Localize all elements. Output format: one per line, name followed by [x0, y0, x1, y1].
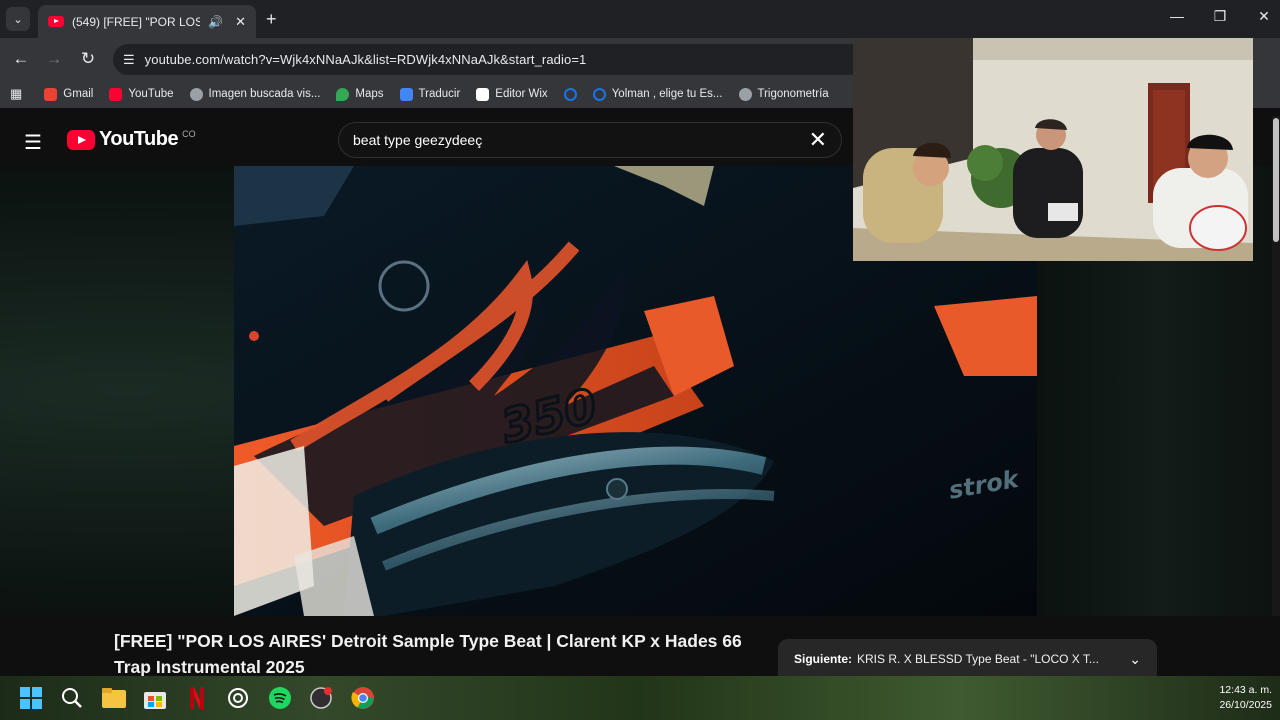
bookmark-label: Imagen buscada vis...	[208, 88, 321, 100]
tab-title: (549) [FREE] "POR LOS AIRE	[72, 14, 201, 29]
url-text[interactable]: youtube.com/watch?v=Wjk4xNNaAJk&list=RDW…	[145, 52, 587, 67]
windows-start-icon[interactable]	[17, 684, 45, 712]
youtube-wordmark: YouTube	[99, 128, 179, 150]
system-clock[interactable]: 12:43 a. m. 26/10/2025	[1200, 683, 1272, 713]
bookmark-label: YouTube	[128, 88, 174, 100]
maps-pin-icon	[336, 87, 350, 101]
address-bar[interactable]: ☰ youtube.com/watch?v=Wjk4xNNaAJk&list=R…	[113, 44, 873, 75]
bookmark-label: Gmail	[63, 88, 94, 100]
menu-icon[interactable]: ☰	[24, 130, 42, 155]
youtube-logo[interactable]: YouTube CO	[67, 128, 196, 151]
chevron-down-icon[interactable]: ⌄	[1129, 651, 1141, 668]
youtube-favicon-icon	[48, 16, 64, 27]
circle-icon	[592, 87, 606, 101]
bookmark-youtube[interactable]: YouTube	[109, 87, 174, 101]
clock-date: 26/10/2025	[1219, 699, 1272, 711]
bookmark-label: Maps	[355, 88, 384, 100]
chevron-down-icon: ⌄	[13, 13, 23, 26]
scrollbar-thumb[interactable]	[1273, 118, 1279, 242]
forward-button[interactable]: →	[43, 49, 65, 69]
circle-icon	[563, 87, 577, 101]
netflix-icon[interactable]	[183, 684, 211, 712]
bookmark-maps[interactable]: Maps	[336, 87, 384, 101]
clock-time: 12:43 a. m.	[1219, 684, 1272, 696]
up-next-title[interactable]: KRIS R. X BLESSD Type Beat - "LOCO X T..…	[857, 652, 1129, 666]
chatgpt-icon[interactable]	[224, 684, 252, 712]
bookmark-trigonometria[interactable]: Trigonometría	[738, 87, 829, 101]
tab-search-button[interactable]: ⌄	[6, 7, 30, 31]
apps-grid-icon[interactable]: ▦	[10, 86, 22, 102]
windows-logo-icon	[20, 687, 42, 709]
wix-icon	[476, 87, 490, 101]
new-tab-button[interactable]: +	[266, 9, 277, 30]
bookmark-imagen-buscada[interactable]: Imagen buscada vis...	[189, 87, 321, 101]
spotify-icon[interactable]	[266, 684, 294, 712]
reload-button[interactable]: ↻	[77, 49, 99, 69]
up-next-label: Siguiente:	[794, 652, 853, 666]
obs-icon[interactable]	[307, 684, 335, 712]
microsoft-store-icon[interactable]	[141, 684, 169, 712]
video-title: [FREE] "POR LOS AIRES' Detroit Sample Ty…	[114, 631, 742, 677]
bookmark-traducir[interactable]: Traducir	[399, 87, 461, 101]
bookmark-label: Yolman , elige tu Es...	[611, 88, 723, 100]
back-button[interactable]: ←	[10, 49, 32, 69]
translate-icon	[399, 87, 413, 101]
youtube-icon	[109, 87, 123, 101]
up-next-panel[interactable]: Siguiente: KRIS R. X BLESSD Type Beat - …	[778, 639, 1157, 679]
speaker-icon[interactable]: 🔊	[208, 15, 223, 29]
browser-tab-active[interactable]: (549) [FREE] "POR LOS AIRE 🔊 ✕	[38, 5, 256, 38]
bookmark-unnamed[interactable]	[563, 87, 577, 101]
globe-icon	[189, 87, 203, 101]
bookmark-yolman[interactable]: Yolman , elige tu Es...	[592, 87, 723, 101]
webcam-feed	[853, 38, 1253, 261]
restore-button[interactable]: ❐	[1208, 8, 1232, 25]
bookmark-label: Trigonometría	[757, 88, 829, 100]
search-icon[interactable]	[58, 684, 86, 712]
youtube-play-icon	[67, 129, 95, 150]
bookmark-editor-wix[interactable]: Editor Wix	[476, 87, 548, 101]
bookmark-gmail[interactable]: Gmail	[44, 87, 94, 101]
globe-icon	[738, 87, 752, 101]
bookmark-label: Traducir	[418, 88, 461, 100]
search-query[interactable]: beat type geezydeeç	[353, 132, 809, 148]
clear-search-button[interactable]: ✕	[809, 127, 827, 153]
chrome-icon[interactable]	[349, 684, 377, 712]
bookmark-label: Editor Wix	[495, 88, 548, 100]
close-window-button[interactable]: ✕	[1252, 8, 1276, 25]
site-info-icon[interactable]: ☰	[123, 52, 135, 68]
country-code: CO	[182, 128, 196, 139]
minimize-button[interactable]: —	[1165, 8, 1189, 24]
file-explorer-icon[interactable]	[100, 684, 128, 712]
webcam-overlay	[853, 38, 1253, 261]
search-input[interactable]: beat type geezydeeç ✕	[338, 122, 842, 158]
gmail-icon	[44, 87, 58, 101]
tab-close-button[interactable]: ✕	[235, 14, 246, 30]
